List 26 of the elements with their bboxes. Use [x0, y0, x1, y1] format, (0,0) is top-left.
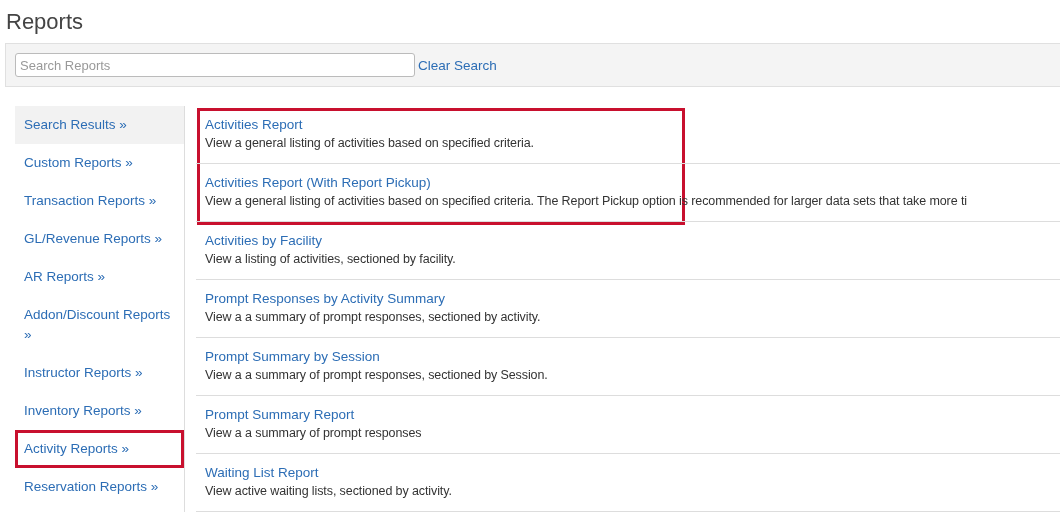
sidebar-item[interactable]: Instructor Reports » — [15, 354, 184, 392]
sidebar-item[interactable]: Custom Reports » — [15, 144, 184, 182]
report-description: View active waiting lists, sectioned by activity. — [205, 483, 453, 500]
sidebar-item[interactable]: AR Reports » — [15, 258, 184, 296]
report-description: View a a summary of prompt responses — [205, 425, 423, 442]
report-link[interactable]: Prompt Summary by Session — [205, 347, 380, 366]
report-description: View a a summary of prompt responses, sectioned by Session. — [205, 367, 549, 384]
search-field[interactable]: Search Reports — [15, 53, 415, 77]
report-link[interactable]: Prompt Responses by Activity Summary — [205, 289, 446, 308]
sidebar-item[interactable]: Transaction Reports » — [15, 182, 184, 220]
page-title: Reports — [5, 8, 85, 36]
report-description: View a a summary of prompt responses, sectioned by activity. — [205, 309, 542, 326]
report-description: View a general listing of activities based on specified criteria. — [205, 135, 535, 152]
report-link[interactable]: Activities Report (With Report Pickup) — [205, 173, 431, 192]
sidebar-item[interactable]: Addon/Discount Reports » — [15, 296, 184, 354]
report-link[interactable]: Waiting List Report — [205, 463, 319, 482]
report-link[interactable]: Activities Report — [205, 115, 303, 134]
report-link[interactable]: Prompt Summary Report — [205, 405, 355, 424]
sidebar-item[interactable]: Activity Reports » — [15, 430, 184, 468]
sidebar-item[interactable]: Reservation Reports » — [15, 468, 184, 506]
sidebar-item[interactable]: GL/Revenue Reports » — [15, 220, 184, 258]
sidebar-item[interactable]: Search Results » — [15, 106, 184, 144]
sidebar-item[interactable]: Inventory Reports » — [15, 392, 184, 430]
report-link[interactable]: Activities by Facility — [205, 231, 323, 250]
report-description: View a listing of activities, sectioned by facility. — [205, 251, 457, 268]
clear-search-link[interactable]: Clear Search — [418, 57, 497, 73]
